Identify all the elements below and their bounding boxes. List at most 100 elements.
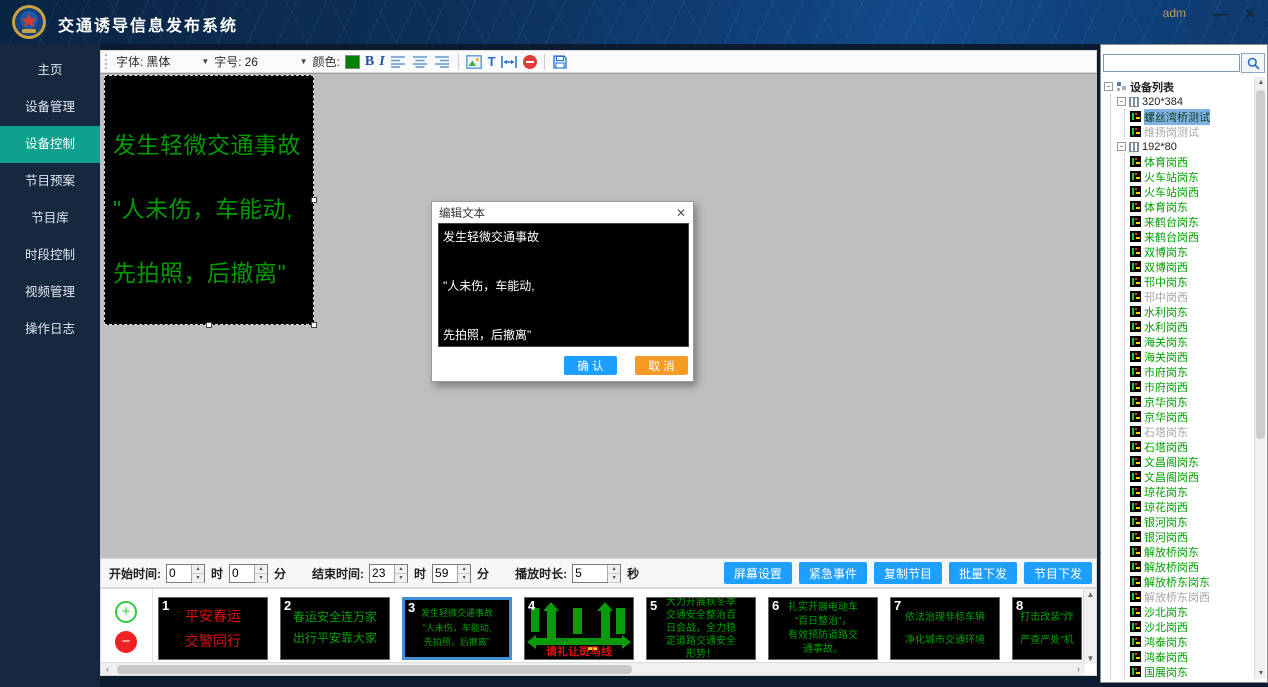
playlist-item-2[interactable]: 2春运安全连万家出行平安靠大家	[280, 597, 390, 660]
resize-handle-corner[interactable]	[311, 322, 317, 328]
device-node[interactable]: 琼花岗东	[1130, 484, 1253, 499]
spin-up-icon[interactable]: ▲	[192, 565, 204, 574]
collapse-icon[interactable]	[1117, 97, 1126, 106]
device-node[interactable]: 火车站岗西	[1130, 184, 1253, 199]
device-node[interactable]: 鸿泰岗西	[1130, 649, 1253, 664]
device-node[interactable]: 沙北岗西	[1130, 619, 1253, 634]
device-node[interactable]: 京华岗东	[1130, 394, 1253, 409]
device-node[interactable]: 京华岗西	[1130, 409, 1253, 424]
device-node[interactable]: 海关岗西	[1130, 349, 1253, 364]
sidebar-item-5[interactable]: 时段控制	[0, 237, 100, 274]
playlist-horizontal-scrollbar[interactable]: ‹ ›	[101, 662, 1085, 675]
action-button-2[interactable]: 复制节目	[874, 562, 942, 584]
align-center-icon[interactable]	[412, 54, 429, 70]
device-node[interactable]: 双博岗东	[1130, 244, 1253, 259]
tree-root[interactable]: 设备列表	[1104, 79, 1253, 94]
device-node[interactable]: 解放桥岗东	[1130, 544, 1253, 559]
action-button-0[interactable]: 屏幕设置	[724, 562, 792, 584]
playlist-item-8[interactable]: 8打击改装"炸严查严处"机	[1012, 597, 1082, 660]
device-node[interactable]: 石塔岗西	[1130, 439, 1253, 454]
device-node[interactable]: 体育岗西	[1130, 154, 1253, 169]
device-node[interactable]: 银河岗东	[1130, 514, 1253, 529]
spin-down-icon[interactable]: ▼	[608, 574, 620, 583]
device-node[interactable]: 国展岗西	[1130, 679, 1253, 680]
spin-up-icon[interactable]: ▲	[395, 565, 407, 574]
scroll-right-icon[interactable]: ›	[1072, 663, 1085, 676]
align-right-icon[interactable]	[434, 54, 451, 70]
device-node[interactable]: 文昌阁岗东	[1130, 454, 1253, 469]
end-hour-stepper[interactable]: ▲▼	[369, 564, 408, 583]
duration-stepper[interactable]: ▲▼	[572, 564, 621, 583]
playlist-item-5[interactable]: 5大力开展秋冬季交通安全整治百日会战，全力稳定道路交通安全形势！	[646, 597, 756, 660]
device-node[interactable]: 市府岗东	[1130, 364, 1253, 379]
text-tool-button[interactable]: T	[488, 54, 496, 69]
cancel-button[interactable]: 取 消	[635, 356, 688, 375]
led-preview-panel[interactable]: 发生轻微交通事故"人未伤，车能动,先拍照，后撤离"	[104, 75, 314, 325]
edit-textarea[interactable]: 发生轻微交通事故 "人未伤，车能动, 先拍照，后撤离"	[438, 223, 689, 347]
font-family-select[interactable]: 字体: 黑体 ▼	[116, 53, 209, 70]
spin-down-icon[interactable]: ▼	[395, 574, 407, 583]
sidebar-item-1[interactable]: 设备管理	[0, 89, 100, 126]
device-node[interactable]: 来鹤台岗东	[1130, 214, 1253, 229]
device-node[interactable]: 螺丝湾桥测试	[1130, 109, 1253, 124]
resize-handle-bottom[interactable]	[206, 322, 212, 328]
device-node[interactable]: 文昌阁岗西	[1130, 469, 1253, 484]
sidebar-item-2[interactable]: 设备控制	[0, 126, 100, 163]
end-hour-input[interactable]	[370, 565, 394, 582]
collapse-icon[interactable]	[1117, 142, 1126, 151]
device-node[interactable]: 体育岗东	[1130, 199, 1253, 214]
action-button-3[interactable]: 批量下发	[949, 562, 1017, 584]
device-node[interactable]: 来鹤台岗西	[1130, 229, 1253, 244]
dialog-close-icon[interactable]: ✕	[676, 206, 686, 220]
device-node[interactable]: 火车站岗东	[1130, 169, 1253, 184]
device-node[interactable]: 维扬岗测试	[1130, 124, 1253, 139]
action-button-1[interactable]: 紧急事件	[799, 562, 867, 584]
sidebar-item-0[interactable]: 主页	[0, 52, 100, 89]
tree-scrollbar[interactable]: ▲ ▼	[1254, 77, 1266, 679]
collapse-icon[interactable]	[1104, 82, 1113, 91]
device-node[interactable]: 邗中岗东	[1130, 274, 1253, 289]
device-node[interactable]: 海关岗东	[1130, 334, 1253, 349]
device-node[interactable]: 邗中岗西	[1130, 289, 1253, 304]
dialog-titlebar[interactable]: 编辑文本 ✕	[432, 202, 693, 223]
sidebar-item-4[interactable]: 节目库	[0, 200, 100, 237]
start-minute-stepper[interactable]: ▲▼	[229, 564, 268, 583]
scroll-up-icon[interactable]: ▲	[1255, 77, 1267, 88]
add-program-button[interactable]: +	[115, 601, 137, 623]
spin-up-icon[interactable]: ▲	[458, 565, 470, 574]
device-node[interactable]: 银河岗西	[1130, 529, 1253, 544]
tree-group-0[interactable]: 320*384	[1117, 94, 1253, 109]
align-left-icon[interactable]	[390, 54, 407, 70]
device-node[interactable]: 市府岗西	[1130, 379, 1253, 394]
minimize-button[interactable]: —	[1208, 4, 1232, 24]
device-node[interactable]: 解放桥岗西	[1130, 559, 1253, 574]
scrollbar-thumb[interactable]	[1256, 90, 1265, 439]
start-hour-stepper[interactable]: ▲▼	[166, 564, 205, 583]
end-minute-stepper[interactable]: ▲▼	[432, 564, 471, 583]
device-node[interactable]: 解放桥东岗西	[1130, 589, 1253, 604]
sidebar-item-7[interactable]: 操作日志	[0, 311, 100, 348]
duration-input[interactable]	[573, 565, 607, 582]
playlist-vertical-scrollbar[interactable]: ▲ ▼	[1083, 589, 1096, 664]
insert-image-icon[interactable]	[466, 54, 483, 70]
close-button[interactable]: ✕	[1238, 4, 1262, 24]
playlist-item-6[interactable]: 6扎实开展电动车"百日整治"，有效预防道路交通事故。	[768, 597, 878, 660]
spin-up-icon[interactable]: ▲	[608, 565, 620, 574]
playlist-item-4[interactable]: 4102430请礼让斑马线	[524, 597, 634, 660]
end-minute-input[interactable]	[433, 565, 457, 582]
sidebar-item-3[interactable]: 节目预案	[0, 163, 100, 200]
color-swatch[interactable]	[345, 55, 360, 69]
start-hour-input[interactable]	[167, 565, 191, 582]
playlist-item-7[interactable]: 7依法治理非标车辆净化城市交通环境	[890, 597, 1000, 660]
device-node[interactable]: 琼花岗西	[1130, 499, 1253, 514]
confirm-button[interactable]: 确 认	[564, 356, 617, 375]
scroll-left-icon[interactable]: ‹	[101, 663, 114, 676]
device-node[interactable]: 沙北岗东	[1130, 604, 1253, 619]
search-button[interactable]	[1241, 53, 1265, 73]
scroll-down-icon[interactable]: ▼	[1084, 653, 1097, 664]
stop-icon[interactable]	[523, 55, 537, 69]
sidebar-item-6[interactable]: 视频管理	[0, 274, 100, 311]
scroll-up-icon[interactable]: ▲	[1084, 589, 1097, 600]
font-size-select[interactable]: 字号: 26 ▼	[214, 53, 307, 70]
remove-program-button[interactable]: −	[115, 631, 137, 653]
